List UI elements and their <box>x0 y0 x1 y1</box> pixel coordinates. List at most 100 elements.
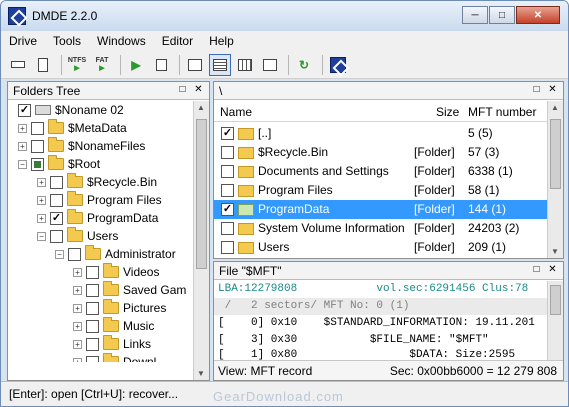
file-row[interactable]: Users [Folder] 209 (1) <box>214 238 547 258</box>
collapse-icon[interactable]: − <box>55 249 64 259</box>
maximize-panel-icon[interactable]: □ <box>530 264 543 277</box>
expand-icon[interactable]: + <box>37 213 46 223</box>
expand-icon[interactable]: + <box>73 285 82 295</box>
file-row[interactable]: ✓ [..] 5 (5) <box>214 124 547 143</box>
maximize-button[interactable]: □ <box>489 6 515 24</box>
scroll-down-icon[interactable]: ▼ <box>551 247 559 256</box>
menu-editor[interactable]: Editor <box>162 34 193 48</box>
tree-node[interactable]: + Pictures <box>73 299 166 317</box>
file-list-scrollbar[interactable]: ▲ ▼ <box>547 101 563 258</box>
tree-node[interactable]: − Administrator <box>55 245 176 263</box>
column-name[interactable]: Name <box>220 105 252 119</box>
new-button[interactable] <box>150 54 172 76</box>
expand-icon[interactable]: + <box>18 123 27 133</box>
view-mode-label[interactable]: View: MFT record <box>218 364 312 378</box>
tree-node[interactable]: + Downl <box>73 353 156 362</box>
checkbox[interactable] <box>86 355 99 362</box>
checkbox[interactable] <box>68 247 81 261</box>
attribute-line[interactable]: [ 0] 0x10 $STANDARD_INFORMATION: 19.11.2… <box>214 315 547 332</box>
checkbox[interactable] <box>86 337 99 351</box>
expand-icon[interactable]: + <box>73 303 82 313</box>
menu-windows[interactable]: Windows <box>97 34 146 48</box>
drive-open-button[interactable] <box>7 54 29 76</box>
view-tree-button[interactable] <box>184 54 206 76</box>
checkbox[interactable] <box>50 175 63 189</box>
checkbox[interactable] <box>86 265 99 279</box>
column-mft-number[interactable]: MFT number <box>468 105 536 119</box>
menu-tools[interactable]: Tools <box>53 34 81 48</box>
column-size[interactable]: Size <box>436 105 459 119</box>
title-bar[interactable]: DMDE 2.2.0 ─ □ ✕ <box>1 1 568 31</box>
tree-node[interactable]: + Program Files <box>37 191 162 209</box>
tree-node[interactable]: + $Recycle.Bin <box>37 173 157 191</box>
expand-icon[interactable]: + <box>73 321 82 331</box>
tree-node[interactable]: ✓ $Noname 02 <box>18 101 124 119</box>
checkbox[interactable] <box>31 121 44 135</box>
file-row[interactable]: System Volume Information [Folder] 24203… <box>214 219 547 238</box>
menu-drive[interactable]: Drive <box>9 34 37 48</box>
ntfs-button[interactable]: NTFS ▶ <box>66 54 88 76</box>
maximize-panel-icon[interactable]: □ <box>530 84 543 97</box>
tree-node[interactable]: − $Root <box>18 155 100 173</box>
view-record-button[interactable] <box>259 54 281 76</box>
record-view-scrollbar[interactable] <box>547 281 563 360</box>
file-row[interactable]: Program Files [Folder] 58 (1) <box>214 181 547 200</box>
attribute-line[interactable]: [ 3] 0x30 $FILE_NAME: "$MFT" <box>214 332 547 349</box>
tree-node[interactable]: + Videos <box>73 263 159 281</box>
checkbox[interactable]: ✓ <box>18 103 31 117</box>
scroll-thumb[interactable] <box>550 119 561 189</box>
checkbox[interactable]: ✓ <box>221 127 234 140</box>
scroll-thumb[interactable] <box>550 285 561 315</box>
tree-node[interactable]: + Links <box>73 335 151 353</box>
checkbox[interactable] <box>50 193 63 207</box>
checkbox[interactable]: ✓ <box>221 203 234 216</box>
expand-icon[interactable]: + <box>18 141 27 151</box>
scroll-up-icon[interactable]: ▲ <box>551 103 559 112</box>
view-list-button[interactable] <box>209 53 231 76</box>
checkbox[interactable] <box>221 241 234 254</box>
maximize-panel-icon[interactable]: □ <box>176 84 189 97</box>
tree-scrollbar[interactable]: ▲ ▼ <box>193 101 209 380</box>
tree-node[interactable]: + $NonameFiles <box>18 137 145 155</box>
checkbox[interactable] <box>86 283 99 297</box>
checkbox[interactable] <box>31 157 44 171</box>
partitions-button[interactable] <box>32 54 54 76</box>
checkbox[interactable] <box>86 301 99 315</box>
view-details-button[interactable] <box>234 54 256 76</box>
file-row[interactable]: $Recycle.Bin [Folder] 57 (3) <box>214 143 547 162</box>
close-button[interactable]: ✕ <box>516 6 560 24</box>
collapse-icon[interactable]: − <box>37 231 46 241</box>
file-row[interactable]: Documents and Settings [Folder] 6338 (1) <box>214 162 547 181</box>
checkbox[interactable] <box>86 319 99 333</box>
close-panel-icon[interactable]: ✕ <box>546 84 559 97</box>
checkbox[interactable] <box>221 222 234 235</box>
scroll-thumb[interactable] <box>196 119 207 269</box>
scroll-up-icon[interactable]: ▲ <box>197 103 205 112</box>
checkbox[interactable] <box>221 184 234 197</box>
file-row-selected[interactable]: ✓ ProgramData [Folder] 144 (1) <box>214 200 547 219</box>
tree-node[interactable]: − Users <box>37 227 118 245</box>
expand-icon[interactable]: + <box>37 177 46 187</box>
open-volume-button[interactable]: ▶ <box>125 54 147 76</box>
tree-node[interactable]: + ✓ ProgramData <box>37 209 158 227</box>
minimize-button[interactable]: ─ <box>462 6 488 24</box>
recover-button[interactable]: ↻ <box>293 54 315 76</box>
expand-icon[interactable]: + <box>37 195 46 205</box>
expand-icon[interactable]: + <box>73 267 82 277</box>
tree-node[interactable]: + Music <box>73 317 154 335</box>
tree-node[interactable]: + Saved Gam <box>73 281 186 299</box>
close-panel-icon[interactable]: ✕ <box>192 84 205 97</box>
dmde-icon[interactable] <box>327 54 349 76</box>
collapse-icon[interactable]: − <box>18 159 27 169</box>
checkbox[interactable] <box>221 146 234 159</box>
fat-button[interactable]: FAT ▶ <box>91 54 113 76</box>
expand-icon[interactable]: + <box>73 357 82 362</box>
checkbox[interactable] <box>221 165 234 178</box>
expand-icon[interactable]: + <box>73 339 82 349</box>
checkbox[interactable] <box>31 139 44 153</box>
scroll-down-icon[interactable]: ▼ <box>197 369 205 378</box>
checkbox[interactable]: ✓ <box>50 211 63 225</box>
tree-node[interactable]: + $MetaData <box>18 119 127 137</box>
menu-help[interactable]: Help <box>209 34 234 48</box>
close-panel-icon[interactable]: ✕ <box>546 264 559 277</box>
